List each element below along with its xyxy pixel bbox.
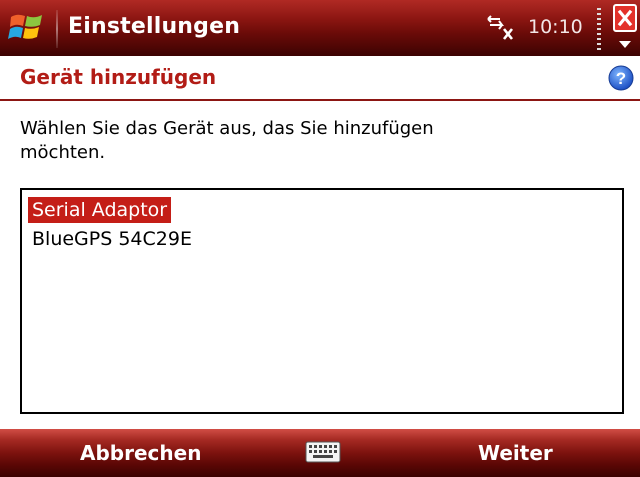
- connectivity-icon[interactable]: [486, 15, 516, 41]
- header-divider: [0, 99, 640, 101]
- device-list-item-bluegps[interactable]: BlueGPS 54C29E: [28, 226, 196, 252]
- title-separator: [56, 10, 58, 48]
- page-title: Gerät hinzufügen: [20, 65, 217, 89]
- instruction-text: Wählen Sie das Gerät aus, das Sie hinzuf…: [20, 118, 434, 163]
- svg-text:?: ?: [616, 69, 626, 88]
- device-list[interactable]: Serial Adaptor BlueGPS 54C29E: [20, 188, 624, 414]
- page-header: Gerät hinzufügen ?: [0, 56, 640, 100]
- title-bar: Einstellungen 10:10: [0, 0, 640, 56]
- chevron-down-icon[interactable]: [617, 38, 633, 50]
- next-button[interactable]: Weiter: [478, 441, 553, 465]
- device-list-item-serial-adaptor[interactable]: Serial Adaptor: [28, 197, 172, 223]
- softkey-bar: Abbrechen Weiter: [0, 429, 640, 477]
- keyboard-icon[interactable]: [305, 440, 341, 464]
- windows-start-icon[interactable]: [7, 9, 47, 47]
- help-icon[interactable]: ?: [608, 65, 634, 91]
- dotted-separator: [597, 8, 601, 52]
- app-title: Einstellungen: [68, 14, 241, 39]
- clock[interactable]: 10:10: [528, 16, 583, 38]
- cancel-button[interactable]: Abbrechen: [80, 441, 201, 465]
- close-icon[interactable]: [613, 4, 637, 32]
